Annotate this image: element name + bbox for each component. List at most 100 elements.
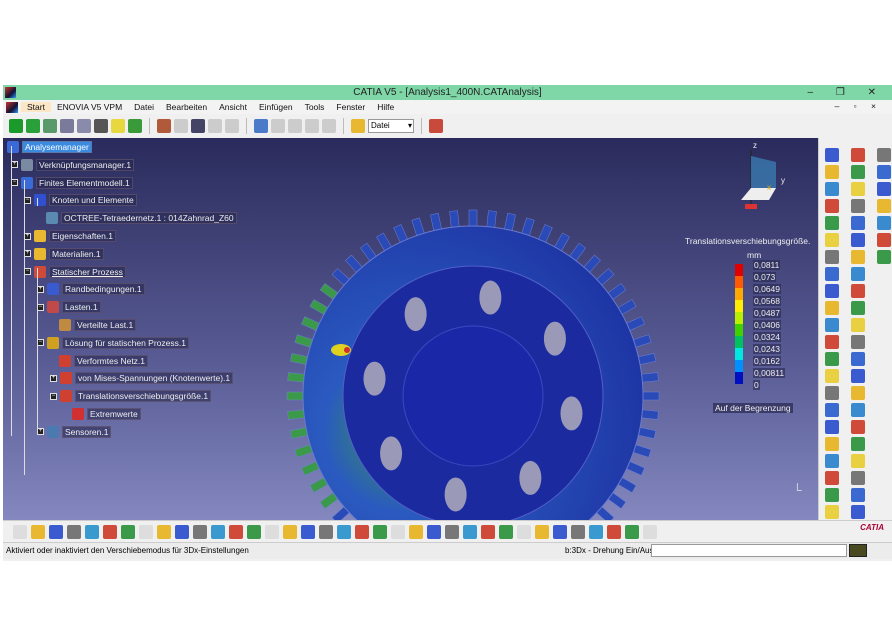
tool-icon[interactable]	[851, 199, 865, 213]
3d-viewport[interactable]: Analysemanager + Verknüpfungsmanager.1− Fin…	[3, 138, 818, 520]
open-icon[interactable]	[31, 524, 45, 539]
tree-node[interactable]: + Materialien.1	[24, 247, 104, 260]
table-icon[interactable]	[254, 119, 268, 133]
grid-icon[interactable]	[305, 119, 319, 133]
swap-icon[interactable]	[499, 524, 513, 539]
folder-icon[interactable]	[351, 119, 365, 133]
tool-icon[interactable]	[825, 369, 839, 383]
command-go-button[interactable]	[849, 544, 867, 557]
tool-icon[interactable]	[877, 250, 891, 264]
expand-icon[interactable]: +	[37, 428, 44, 436]
menu-fenster[interactable]: Fenster	[330, 102, 371, 112]
zoom-out-icon[interactable]	[409, 524, 423, 539]
save-icon[interactable]	[49, 524, 63, 539]
line-icon[interactable]	[77, 119, 91, 133]
rotate-icon[interactable]	[373, 524, 387, 539]
tool-icon[interactable]	[825, 301, 839, 315]
analysis-icon[interactable]	[535, 524, 549, 539]
displacement-icon[interactable]	[607, 524, 621, 539]
tool-icon[interactable]	[851, 437, 865, 451]
image-icon[interactable]	[191, 119, 205, 133]
collapse-icon[interactable]: −	[37, 339, 44, 347]
tool-icon[interactable]	[851, 148, 865, 162]
menu-datei[interactable]: Datei	[128, 102, 160, 112]
fly-icon[interactable]	[319, 524, 333, 539]
deformation-icon[interactable]	[571, 524, 585, 539]
paste-icon[interactable]	[121, 524, 135, 539]
collapse-icon[interactable]: −	[37, 303, 44, 311]
tree-node[interactable]: + Eigenschaften.1	[24, 230, 116, 242]
settings-icon[interactable]	[322, 119, 336, 133]
command-input[interactable]	[651, 544, 847, 557]
tool-icon[interactable]	[825, 250, 839, 264]
menu-start[interactable]: Start	[21, 102, 51, 112]
tool-icon[interactable]	[877, 216, 891, 230]
tool-icon[interactable]	[825, 216, 839, 230]
tree-node[interactable]: − Translationsverschiebungsgröße.1	[50, 390, 212, 403]
copy-icon[interactable]	[103, 524, 117, 539]
tool-icon[interactable]	[851, 386, 865, 400]
tool-icon[interactable]	[851, 216, 865, 230]
tool-icon[interactable]	[851, 182, 865, 196]
list-icon[interactable]	[288, 119, 302, 133]
principal-icon[interactable]	[625, 524, 639, 539]
menu-hilfe[interactable]: Hilfe	[371, 102, 400, 112]
tree-node[interactable]: − Lösung für statischen Prozess.1	[37, 336, 189, 349]
tool-icon[interactable]	[851, 488, 865, 502]
redo-icon[interactable]	[157, 524, 171, 539]
tree-node[interactable]: + Sensoren.1	[37, 425, 112, 438]
tree-node[interactable]: + Randbedingungen.1	[37, 283, 145, 296]
pan-icon[interactable]	[355, 524, 369, 539]
tool-icon[interactable]	[851, 165, 865, 179]
tool-icon[interactable]	[825, 454, 839, 468]
tool-icon[interactable]	[825, 505, 839, 519]
tool-icon[interactable]	[851, 335, 865, 349]
tool-icon[interactable]	[877, 233, 891, 247]
tool-icon[interactable]	[851, 284, 865, 298]
views-icon[interactable]	[445, 524, 459, 539]
tool-icon[interactable]	[825, 403, 839, 417]
tree-node[interactable]: OCTREE-Tetraedernetz.1 : 014Zahnrad_Z60	[46, 212, 237, 225]
tool-icon[interactable]	[825, 233, 839, 247]
collapse-icon[interactable]: −	[11, 179, 18, 187]
tool-icon[interactable]	[825, 386, 839, 400]
tool-icon[interactable]	[825, 437, 839, 451]
tool-icon[interactable]	[877, 182, 891, 196]
print-icon[interactable]	[67, 524, 81, 539]
tool-icon[interactable]	[825, 182, 839, 196]
menu-einfuegen[interactable]: Einfügen	[253, 102, 299, 112]
properties-icon[interactable]	[174, 119, 188, 133]
help-icon[interactable]	[225, 119, 239, 133]
comment-icon[interactable]	[211, 524, 225, 539]
tool-icon[interactable]	[825, 335, 839, 349]
cut-icon[interactable]	[85, 524, 99, 539]
tool-icon[interactable]	[825, 284, 839, 298]
normal-view-icon[interactable]	[427, 524, 441, 539]
whats-this-icon[interactable]	[175, 524, 189, 539]
hide-show-icon[interactable]	[481, 524, 495, 539]
tool-icon[interactable]	[851, 505, 865, 519]
extrema-icon[interactable]	[643, 524, 657, 539]
tool-icon[interactable]	[851, 267, 865, 281]
tool-icon[interactable]	[851, 403, 865, 417]
tool-icon[interactable]	[825, 148, 839, 162]
pan-icon[interactable]	[9, 119, 23, 133]
tool-icon[interactable]	[851, 471, 865, 485]
tree-node[interactable]: Extremwerte	[72, 408, 141, 420]
tool-icon[interactable]	[825, 488, 839, 502]
expand-icon[interactable]: +	[24, 250, 31, 258]
tool-icon[interactable]	[825, 420, 839, 434]
compass-icon[interactable]: z y x	[721, 138, 801, 220]
tool-icon[interactable]	[851, 369, 865, 383]
tool-icon[interactable]	[877, 148, 891, 162]
tool-icon[interactable]	[825, 199, 839, 213]
tool-icon[interactable]	[851, 352, 865, 366]
tool-icon[interactable]	[825, 267, 839, 281]
wand-icon[interactable]	[60, 119, 74, 133]
zoom-in-icon[interactable]	[391, 524, 405, 539]
tool-icon[interactable]	[851, 301, 865, 315]
collapse-icon[interactable]: −	[24, 268, 31, 276]
tool-icon[interactable]	[851, 233, 865, 247]
tree-icon[interactable]	[265, 524, 279, 539]
fit-all-icon[interactable]	[337, 524, 351, 539]
